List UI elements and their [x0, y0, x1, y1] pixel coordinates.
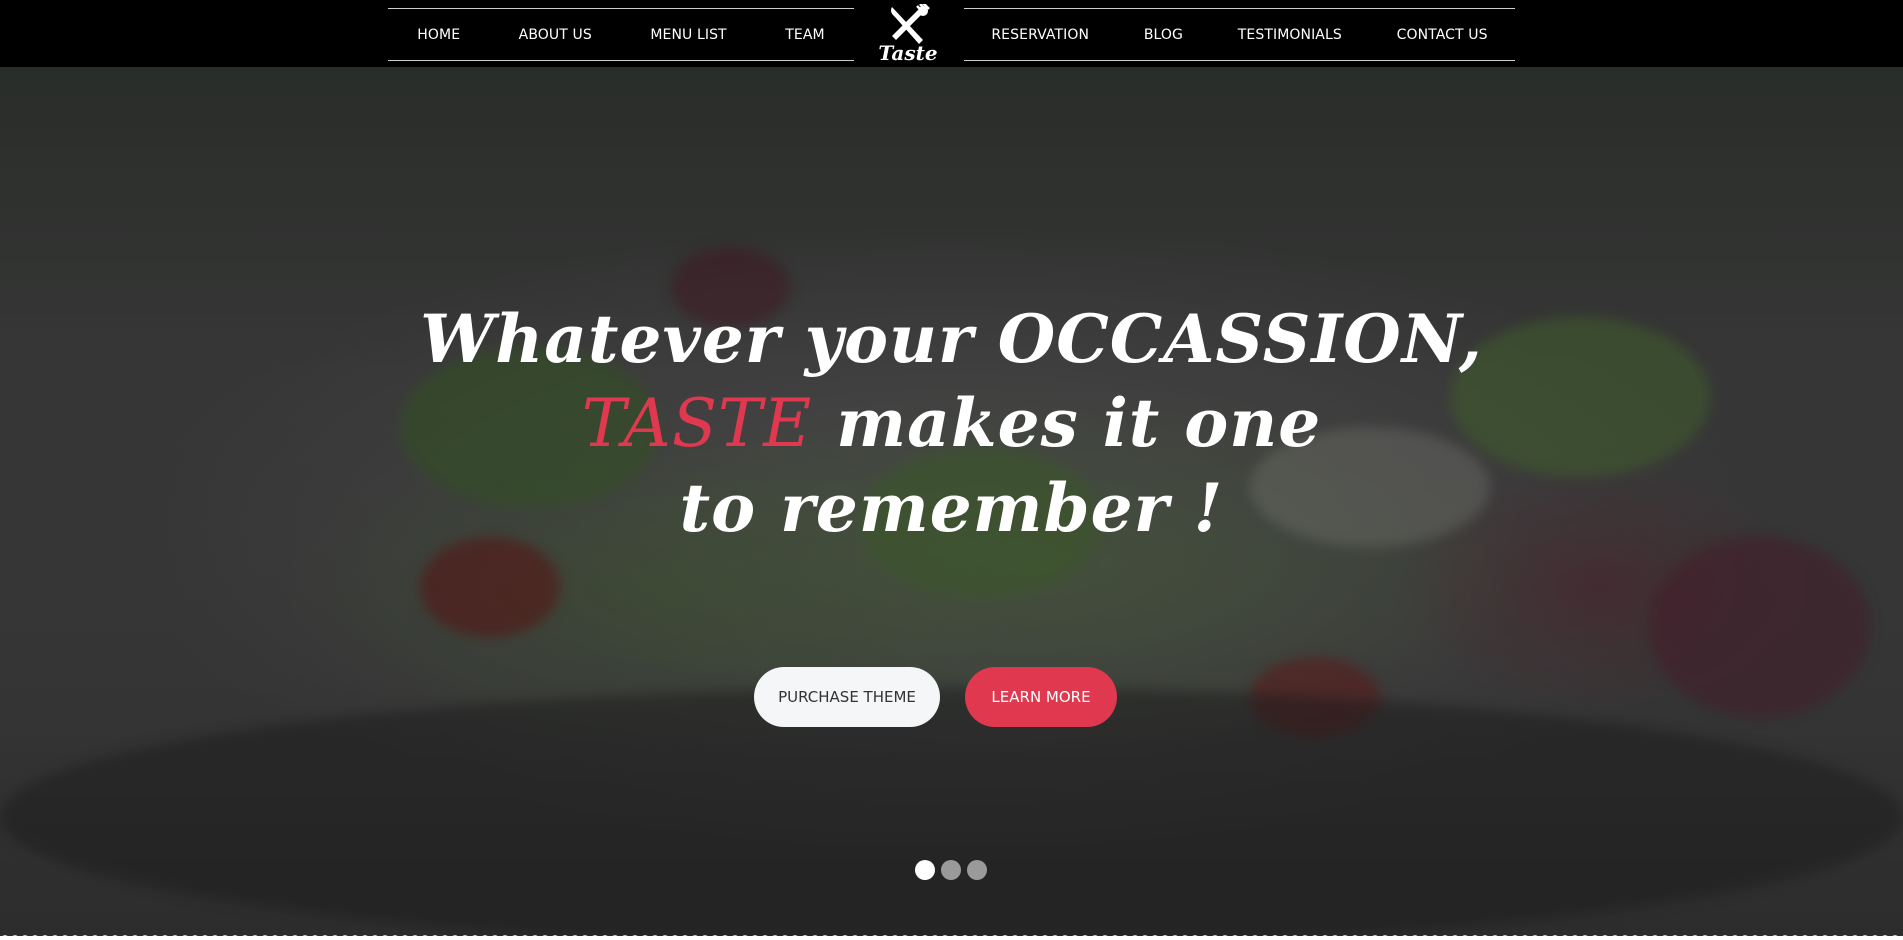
nav-item-team[interactable]: TEAM — [785, 27, 824, 43]
slider-pagination — [915, 860, 987, 880]
purchase-theme-button[interactable]: PURCHASE THEME — [754, 667, 940, 727]
hero-accent-word: TASTE — [581, 385, 813, 462]
nav-item-menu-list[interactable]: MENU LIST — [650, 27, 726, 43]
nav-item-about-us[interactable]: ABOUT US — [519, 27, 592, 43]
slider-dot-2[interactable] — [941, 860, 961, 880]
hero-line-3: to remember ! — [679, 469, 1224, 547]
top-navigation: HOME ABOUT US MENU LIST TEAM Taste RESER… — [0, 0, 1903, 67]
site-logo[interactable]: Taste — [868, 4, 948, 68]
nav-right: RESERVATION BLOG TESTIMONIALS CONTACT US — [964, 8, 1515, 61]
hero-heading: Whatever your OCCASSION, TASTE makes it … — [0, 297, 1903, 550]
nav-item-blog[interactable]: BLOG — [1144, 27, 1183, 43]
nav-item-contact-us[interactable]: CONTACT US — [1397, 27, 1488, 43]
hero-line-1: Whatever your OCCASSION, — [420, 300, 1483, 378]
scalloped-divider — [0, 930, 1903, 940]
slider-dot-3[interactable] — [967, 860, 987, 880]
fork-knife-icon — [891, 4, 930, 44]
logo-text: Taste — [878, 41, 938, 65]
learn-more-button[interactable]: LEARN MORE — [965, 667, 1117, 727]
nav-item-home[interactable]: HOME — [417, 27, 460, 43]
hero-line-2: makes it one — [812, 384, 1322, 462]
nav-item-testimonials[interactable]: TESTIMONIALS — [1238, 27, 1342, 43]
nav-left: HOME ABOUT US MENU LIST TEAM — [388, 8, 854, 61]
nav-item-reservation[interactable]: RESERVATION — [991, 27, 1089, 43]
slider-dot-1[interactable] — [915, 860, 935, 880]
hero-slider: Whatever your OCCASSION, TASTE makes it … — [0, 67, 1903, 940]
